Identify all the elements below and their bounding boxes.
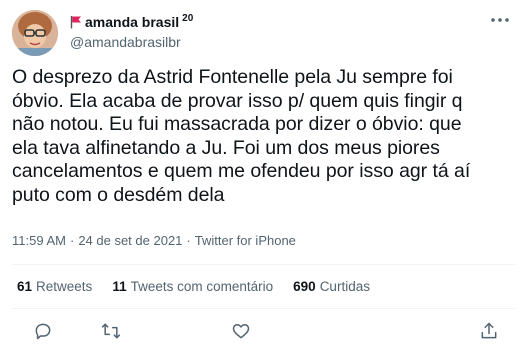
author-display-name[interactable]: amanda brasil — [85, 14, 179, 30]
retweets-count: 61 — [17, 279, 33, 294]
retweets-stat[interactable]: 61 Retweets — [17, 279, 92, 294]
tweet-date[interactable]: 24 de set de 2021 — [78, 233, 182, 248]
retweets-label: Retweets — [36, 279, 93, 294]
likes-label: Curtidas — [319, 279, 370, 294]
red-flag-icon — [70, 15, 82, 29]
tweet-actions — [12, 318, 515, 344]
tweet-text: O desprezo da Astrid Fontenelle pela Ju … — [12, 66, 471, 206]
author-handle[interactable]: @amandabrasilbr — [70, 34, 181, 50]
avatar[interactable] — [12, 10, 58, 56]
quotes-stat[interactable]: 11 Tweets com comentário — [112, 279, 273, 294]
quotes-count: 11 — [112, 279, 127, 294]
retweet-button[interactable] — [100, 320, 122, 342]
tweet-time[interactable]: 11:59 AM — [12, 233, 66, 248]
meta-separator: · — [69, 233, 75, 248]
divider — [12, 264, 515, 265]
author-name-suffix: 20 — [182, 12, 194, 24]
tweet-metadata: 11:59 AM · 24 de set de 2021 · Twitter for i… — [12, 233, 296, 248]
more-options-icon[interactable] — [489, 12, 511, 28]
reply-button[interactable] — [32, 320, 54, 342]
likes-count: 690 — [293, 279, 316, 294]
like-button[interactable] — [230, 320, 252, 342]
avatar-image — [12, 10, 58, 56]
likes-stat[interactable]: 690 Curtidas — [293, 279, 370, 294]
share-icon — [481, 322, 497, 339]
meta-separator: · — [186, 233, 191, 248]
reply-icon — [35, 323, 51, 340]
author-name-row[interactable]: amanda brasil 20 — [70, 13, 193, 31]
divider — [12, 308, 515, 309]
tweet-source[interactable]: Twitter for iPhone — [195, 233, 296, 248]
like-icon — [232, 324, 250, 339]
tweet-header: amanda brasil 20 @amandabrasilbr — [12, 10, 515, 60]
tweet-stats: 61 Retweets 11 Tweets com comentário 690… — [17, 279, 390, 294]
share-button[interactable] — [478, 320, 500, 342]
quotes-label: Tweets com comentário — [130, 279, 274, 294]
retweet-icon — [101, 323, 121, 339]
